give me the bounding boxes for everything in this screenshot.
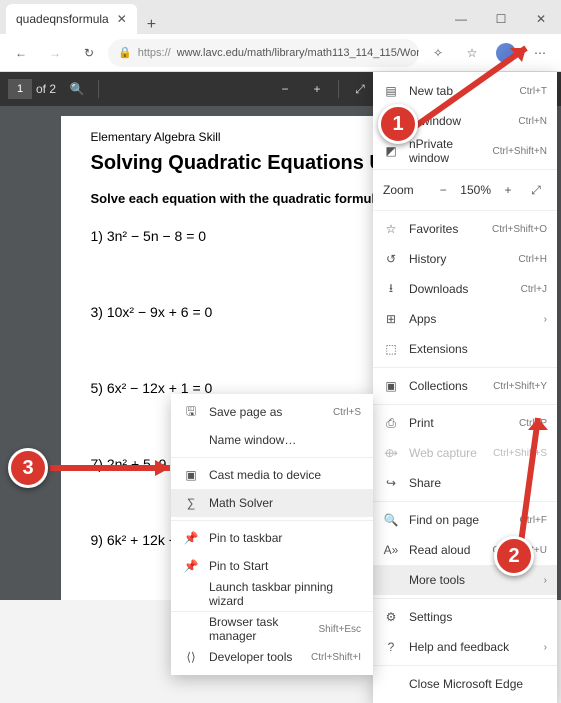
browser-toolbar: ← → ↻ 🔒 https:// www.lavc.edu/math/librar… xyxy=(0,34,561,72)
download-icon: ⭳ xyxy=(383,279,399,300)
pin-icon: 📌 xyxy=(183,559,199,573)
page-total: of 2 xyxy=(36,82,56,96)
callout-badge-3: 3 xyxy=(8,448,48,488)
math-icon: ∑ xyxy=(183,496,199,510)
submenu-name-window[interactable]: Name window… xyxy=(171,426,373,454)
zoom-label: Zoom xyxy=(383,183,426,197)
chevron-right-icon: › xyxy=(544,575,547,586)
menu-downloads[interactable]: ⭳DownloadsCtrl+J xyxy=(373,274,557,304)
tab-title: quadeqnsformula xyxy=(16,12,109,26)
menu-button[interactable]: ⋯ xyxy=(525,38,555,68)
refresh-button[interactable]: ↻ xyxy=(74,38,104,68)
menu-more-tools[interactable]: More tools› xyxy=(373,565,557,595)
lock-icon: 🔒 xyxy=(118,46,132,59)
favorites-icon[interactable]: ☆ xyxy=(457,38,487,68)
submenu-pin-start[interactable]: 📌Pin to Start xyxy=(171,552,373,580)
fullscreen-button[interactable]: ⤢ xyxy=(525,179,547,201)
menu-find[interactable]: 🔍Find on pageCtrl+F xyxy=(373,505,557,535)
menu-web-capture: ⟴Web captureCtrl+Shift+S xyxy=(373,438,557,468)
chevron-right-icon: › xyxy=(544,314,547,325)
submenu-launch-wizard[interactable]: Launch taskbar pinning wizard xyxy=(171,580,373,608)
apps-icon: ⊞ xyxy=(383,312,399,326)
share-icon: ↪ xyxy=(383,476,399,490)
browser-tab[interactable]: quadeqnsformula ✕ xyxy=(6,4,137,34)
zoom-in-button[interactable]: + xyxy=(497,179,519,201)
new-tab-icon: ▤ xyxy=(383,84,399,98)
menu-new-tab[interactable]: ▤ New tab Ctrl+T xyxy=(373,76,557,106)
titlebar: quadeqnsformula ✕ + — ☐ ✕ xyxy=(0,0,561,34)
window-close-button[interactable]: ✕ xyxy=(521,4,561,34)
help-icon: ? xyxy=(383,640,399,654)
menu-settings[interactable]: ⚙Settings xyxy=(373,602,557,632)
menu-collections[interactable]: ▣CollectionsCtrl+Shift+Y xyxy=(373,371,557,401)
submenu-cast[interactable]: ▣Cast media to device xyxy=(171,461,373,489)
tab-close-icon[interactable]: ✕ xyxy=(117,12,127,26)
url-protocol: https:// xyxy=(138,47,171,59)
forward-button[interactable]: → xyxy=(40,38,70,68)
pin-icon: 📌 xyxy=(183,531,199,545)
more-tools-submenu: 🖫Save page asCtrl+S Name window… ▣Cast m… xyxy=(171,394,373,675)
cast-icon: ▣ xyxy=(183,468,199,482)
zoom-value: 150% xyxy=(460,183,491,197)
overflow-menu: ▤ New tab Ctrl+T ▢ w window Ctrl+N ◩ nPr… xyxy=(373,72,557,703)
read-aloud-icon: A» xyxy=(383,543,399,557)
history-icon: ↺ xyxy=(383,252,399,266)
collections-icon: ▣ xyxy=(383,379,399,393)
find-icon: 🔍 xyxy=(383,513,399,527)
submenu-dev-tools[interactable]: ⟨⟩Developer toolsCtrl+Shift+I xyxy=(171,643,373,671)
extensions-icon: ⬚ xyxy=(383,342,399,356)
read-aloud-icon[interactable]: ✧ xyxy=(423,38,453,68)
fit-icon[interactable]: ⤢ xyxy=(349,82,371,97)
chevron-right-icon: › xyxy=(544,642,547,653)
callout-badge-1: 1 xyxy=(378,104,418,144)
menu-help[interactable]: ?Help and feedback› xyxy=(373,632,557,662)
maximize-button[interactable]: ☐ xyxy=(481,4,521,34)
menu-extensions[interactable]: ⬚Extensions xyxy=(373,334,557,364)
menu-favorites[interactable]: ☆FavoritesCtrl+Shift+O xyxy=(373,214,557,244)
devtools-icon: ⟨⟩ xyxy=(183,650,199,664)
minimize-button[interactable]: — xyxy=(441,4,481,34)
submenu-task-manager[interactable]: Browser task managerShift+Esc xyxy=(171,615,373,643)
avatar xyxy=(496,43,516,63)
star-icon: ☆ xyxy=(383,222,399,236)
page-indicator: of 2 xyxy=(8,79,56,99)
menu-history[interactable]: ↺HistoryCtrl+H xyxy=(373,244,557,274)
address-bar[interactable]: 🔒 https:// www.lavc.edu/math/library/math… xyxy=(108,39,419,67)
zoom-in-icon[interactable]: + xyxy=(306,82,328,96)
separator xyxy=(98,80,99,98)
save-icon: 🖫 xyxy=(183,402,199,423)
callout-badge-2: 2 xyxy=(494,536,534,576)
print-icon: ⎙ xyxy=(383,416,399,431)
new-tab-button[interactable]: + xyxy=(137,16,166,34)
page-input[interactable] xyxy=(8,79,32,99)
submenu-save-as[interactable]: 🖫Save page asCtrl+S xyxy=(171,398,373,426)
submenu-pin-taskbar[interactable]: 📌Pin to taskbar xyxy=(171,524,373,552)
inprivate-icon: ◩ xyxy=(383,144,399,158)
menu-apps[interactable]: ⊞Apps› xyxy=(373,304,557,334)
search-icon[interactable]: 🔍 xyxy=(66,82,88,96)
menu-print[interactable]: ⎙PrintCtrl+P xyxy=(373,408,557,438)
menu-close-edge[interactable]: Close Microsoft Edge xyxy=(373,669,557,699)
zoom-out-icon[interactable]: − xyxy=(274,82,296,96)
capture-icon: ⟴ xyxy=(383,446,399,460)
back-button[interactable]: ← xyxy=(6,38,36,68)
submenu-math-solver[interactable]: ∑Math Solver xyxy=(171,489,373,517)
menu-share[interactable]: ↪Share xyxy=(373,468,557,498)
gear-icon: ⚙ xyxy=(383,610,399,624)
profile-button[interactable] xyxy=(491,38,521,68)
zoom-out-button[interactable]: − xyxy=(432,179,454,201)
menu-zoom-row: Zoom − 150% + ⤢ xyxy=(373,173,557,207)
window-controls: — ☐ ✕ xyxy=(441,4,561,34)
url-text: www.lavc.edu/math/library/math113_114_11… xyxy=(177,47,419,59)
